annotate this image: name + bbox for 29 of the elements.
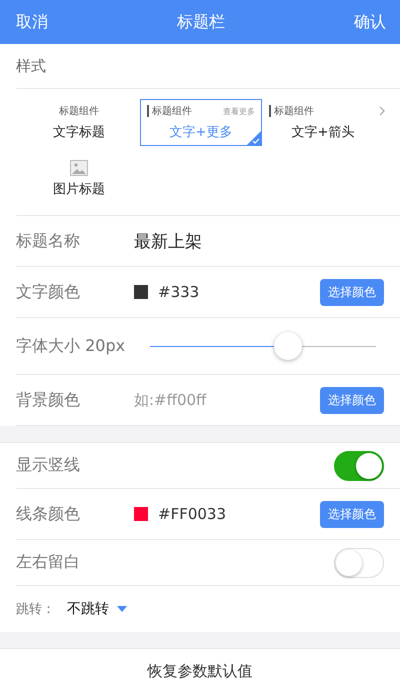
field-label: 跳转： <box>16 601 55 618</box>
option-label: 图片标题 <box>53 181 105 198</box>
image-icon <box>70 160 88 176</box>
field-label: 文字颜色 <box>16 282 81 302</box>
view-more-text: 查看更多 <box>223 106 255 116</box>
option-label: 文字+箭头 <box>292 124 354 141</box>
font-size-label: 字体大小 20px <box>16 336 126 356</box>
field-label: 背景颜色 <box>16 390 81 410</box>
section-label: 样式 <box>16 44 400 89</box>
style-option[interactable]: 标题组件 查看更多 文字+更多 <box>140 99 262 146</box>
option-label: 文字标题 <box>53 124 105 141</box>
preview-title: 标题组件 <box>274 104 314 118</box>
style-option[interactable]: 标题组件 文字标题 <box>18 99 140 146</box>
option-label: 文字+更多 <box>170 124 232 141</box>
field-label: 线条颜色 <box>16 504 81 524</box>
field-label: 标题名称 <box>16 230 81 252</box>
caret-icon <box>117 606 127 612</box>
field-label: 显示竖线 <box>16 455 81 476</box>
chevron-icon <box>379 106 385 116</box>
window-title: 标题栏 <box>177 12 225 32</box>
style-option[interactable]: 标题组件 文字+箭头 <box>262 99 384 146</box>
preview-title: 标题组件 <box>152 104 192 118</box>
toggle-switch[interactable] <box>334 450 384 480</box>
preview-title: 标题组件 <box>59 104 99 118</box>
check-icon <box>247 131 261 145</box>
slider-thumb[interactable] <box>274 332 302 360</box>
style-option[interactable]: 图片标题 <box>18 156 140 203</box>
field-label: 左右留白 <box>16 552 81 573</box>
dropdown[interactable]: 不跳转 <box>67 600 127 618</box>
